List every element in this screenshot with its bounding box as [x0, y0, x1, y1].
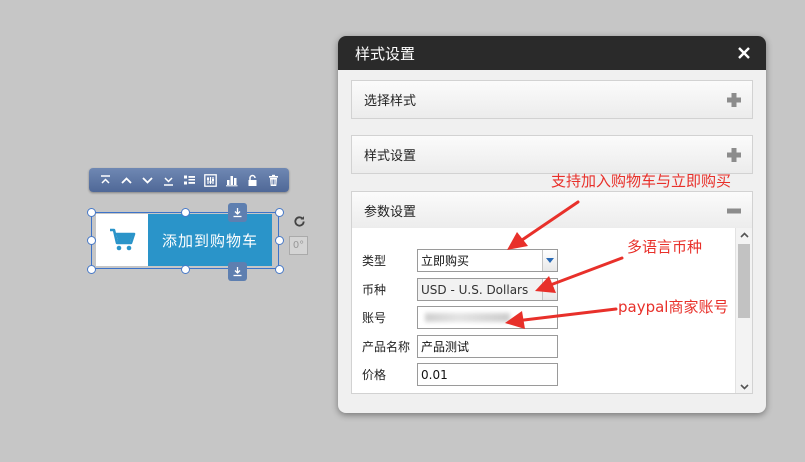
- resize-handle-sw[interactable]: [87, 265, 96, 274]
- panel-title: 参数设置: [364, 205, 417, 220]
- product-name-input[interactable]: 产品测试: [417, 335, 558, 358]
- price-value: 0.01: [421, 367, 448, 382]
- move-bottom-icon[interactable]: [160, 172, 177, 189]
- sliders-icon[interactable]: [202, 172, 219, 189]
- element-toolbar: [89, 168, 289, 192]
- chevron-up-icon: [739, 232, 749, 238]
- cart-icon: [110, 228, 136, 251]
- download-icon: [233, 208, 242, 218]
- dialog-header: 样式设置: [338, 36, 766, 70]
- form-row-currency: 币种 USD - U.S. Dollars: [362, 278, 558, 301]
- form-row-product-name: 产品名称 产品测试: [362, 335, 558, 358]
- type-select-value: 立即购买: [421, 254, 470, 268]
- panel-title: 选择样式: [364, 94, 417, 109]
- panel-title: 样式设置: [364, 149, 417, 164]
- form-scrollbar[interactable]: [735, 228, 752, 393]
- selection-frame: 添加到购物车: [91, 212, 279, 269]
- resize-handle-se[interactable]: [275, 265, 284, 274]
- form-row-account: 账号: [362, 306, 558, 329]
- price-input[interactable]: 0.01: [417, 363, 558, 386]
- cart-icon-box: [96, 214, 148, 266]
- minus-icon[interactable]: [726, 203, 742, 219]
- move-down-icon[interactable]: [139, 172, 156, 189]
- form-row-type: 类型 立即购买: [362, 249, 558, 272]
- panel-header[interactable]: 参数设置: [352, 192, 752, 229]
- rotate-icon: [293, 215, 305, 227]
- select-arrow: [542, 250, 557, 271]
- resize-handle-w[interactable]: [87, 236, 96, 245]
- chevron-down-icon: [739, 384, 749, 390]
- resize-handle-s[interactable]: [181, 265, 190, 274]
- caret-down-icon: [546, 258, 554, 263]
- lock-icon[interactable]: [244, 172, 261, 189]
- resize-handle-ne[interactable]: [275, 208, 284, 217]
- annotation-paypal-account: paypal商家账号: [618, 298, 729, 316]
- select-arrow: [542, 279, 557, 300]
- plus-icon[interactable]: [726, 92, 742, 108]
- currency-select-value: USD - U.S. Dollars: [421, 282, 529, 297]
- rotation-angle-box[interactable]: 0°: [289, 236, 308, 255]
- move-top-icon[interactable]: [97, 172, 114, 189]
- bottom-download-handle[interactable]: [228, 262, 247, 281]
- close-button[interactable]: [734, 43, 754, 63]
- form-row-price: 价格 0.01: [362, 363, 558, 386]
- panel-header[interactable]: 样式设置: [352, 136, 752, 173]
- scroll-down-button[interactable]: [736, 380, 752, 393]
- dialog-title: 样式设置: [355, 44, 416, 63]
- blurred-account-text: [425, 313, 510, 322]
- currency-select[interactable]: USD - U.S. Dollars: [417, 278, 558, 301]
- add-to-cart-button[interactable]: 添加到购物车: [96, 214, 272, 266]
- caret-down-icon: [546, 287, 554, 292]
- panel-style-settings[interactable]: 样式设置: [351, 135, 753, 174]
- plus-icon[interactable]: [726, 147, 742, 163]
- scroll-thumb[interactable]: [738, 244, 750, 318]
- chart-icon[interactable]: [223, 172, 240, 189]
- account-label: 账号: [362, 311, 387, 325]
- panel-choose-style[interactable]: 选择样式: [351, 80, 753, 119]
- product-name-value: 产品测试: [421, 340, 470, 354]
- panel-header[interactable]: 选择样式: [352, 81, 752, 118]
- currency-label: 币种: [362, 283, 387, 297]
- download-icon: [233, 267, 242, 277]
- close-icon: [738, 47, 750, 59]
- scroll-up-button[interactable]: [736, 228, 752, 242]
- type-select[interactable]: 立即购买: [417, 249, 558, 272]
- list-icon[interactable]: [181, 172, 198, 189]
- top-download-handle[interactable]: [228, 203, 247, 222]
- account-input[interactable]: [417, 306, 558, 329]
- product-name-label: 产品名称: [362, 340, 411, 354]
- resize-handle-nw[interactable]: [87, 208, 96, 217]
- annotation-multi-currency: 多语言币种: [627, 238, 703, 256]
- style-settings-dialog: 样式设置 选择样式 样式设置 参数设置 类型 立即购买 币种 USD - U.S…: [338, 36, 766, 413]
- add-to-cart-label: 添加到购物车: [161, 231, 258, 250]
- move-up-icon[interactable]: [118, 172, 135, 189]
- type-label: 类型: [362, 254, 387, 268]
- price-label: 价格: [362, 368, 387, 382]
- panel-parameter-settings[interactable]: 参数设置: [351, 191, 753, 230]
- trash-icon[interactable]: [265, 172, 282, 189]
- resize-handle-e[interactable]: [275, 236, 284, 245]
- resize-handle-n[interactable]: [181, 208, 190, 217]
- annotation-cart-support: 支持加入购物车与立即购买: [551, 172, 732, 190]
- rotate-button[interactable]: [291, 213, 307, 229]
